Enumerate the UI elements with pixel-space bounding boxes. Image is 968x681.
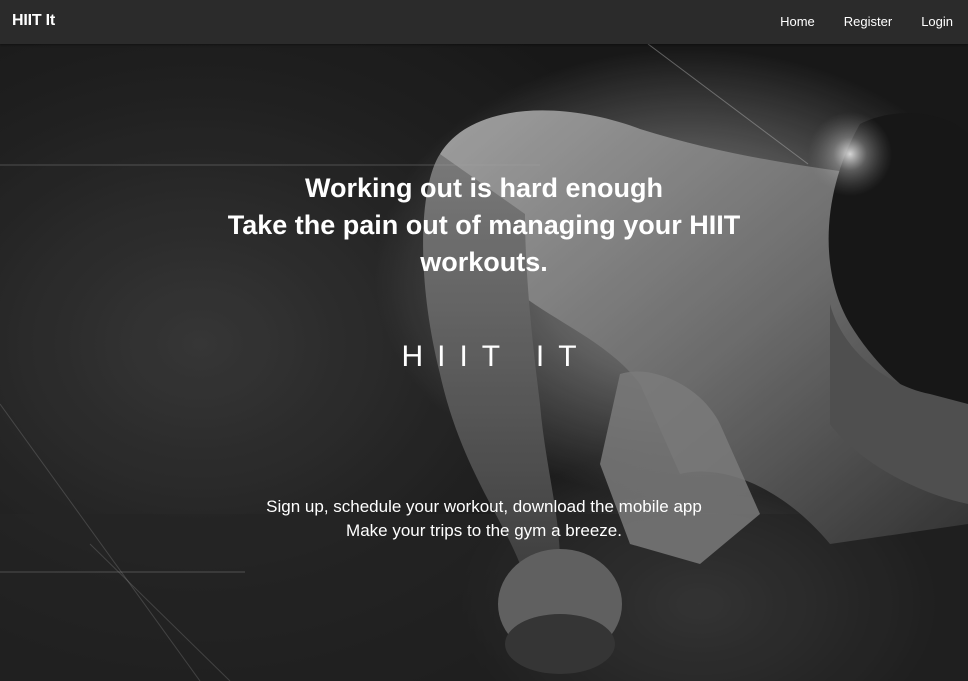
brand-link[interactable]: HIIT It: [12, 12, 55, 30]
nav-register-link[interactable]: Register: [844, 14, 892, 29]
top-navbar: HIIT It Home Register Login: [0, 0, 968, 44]
nav-links: Home Register Login: [751, 14, 953, 29]
hero-tagline: Sign up, schedule your workout, download…: [0, 495, 968, 543]
hiit-it-logo-text: HIIT IT: [401, 340, 591, 373]
tagline-line-1: Sign up, schedule your workout, download…: [266, 497, 702, 516]
nav-login-link[interactable]: Login: [921, 14, 953, 29]
hero-section: Working out is hard enough Take the pain…: [0, 44, 968, 681]
tagline-line-2: Make your trips to the gym a breeze.: [346, 521, 622, 540]
headline-line-1: Working out is hard enough: [305, 173, 663, 204]
headline-line-2: Take the pain out of managing your HIIT …: [227, 210, 741, 278]
nav-home-link[interactable]: Home: [780, 14, 815, 29]
page: HIIT It Home Register Login Working out …: [0, 0, 968, 681]
hero-headline: Working out is hard enough Take the pain…: [0, 170, 968, 281]
